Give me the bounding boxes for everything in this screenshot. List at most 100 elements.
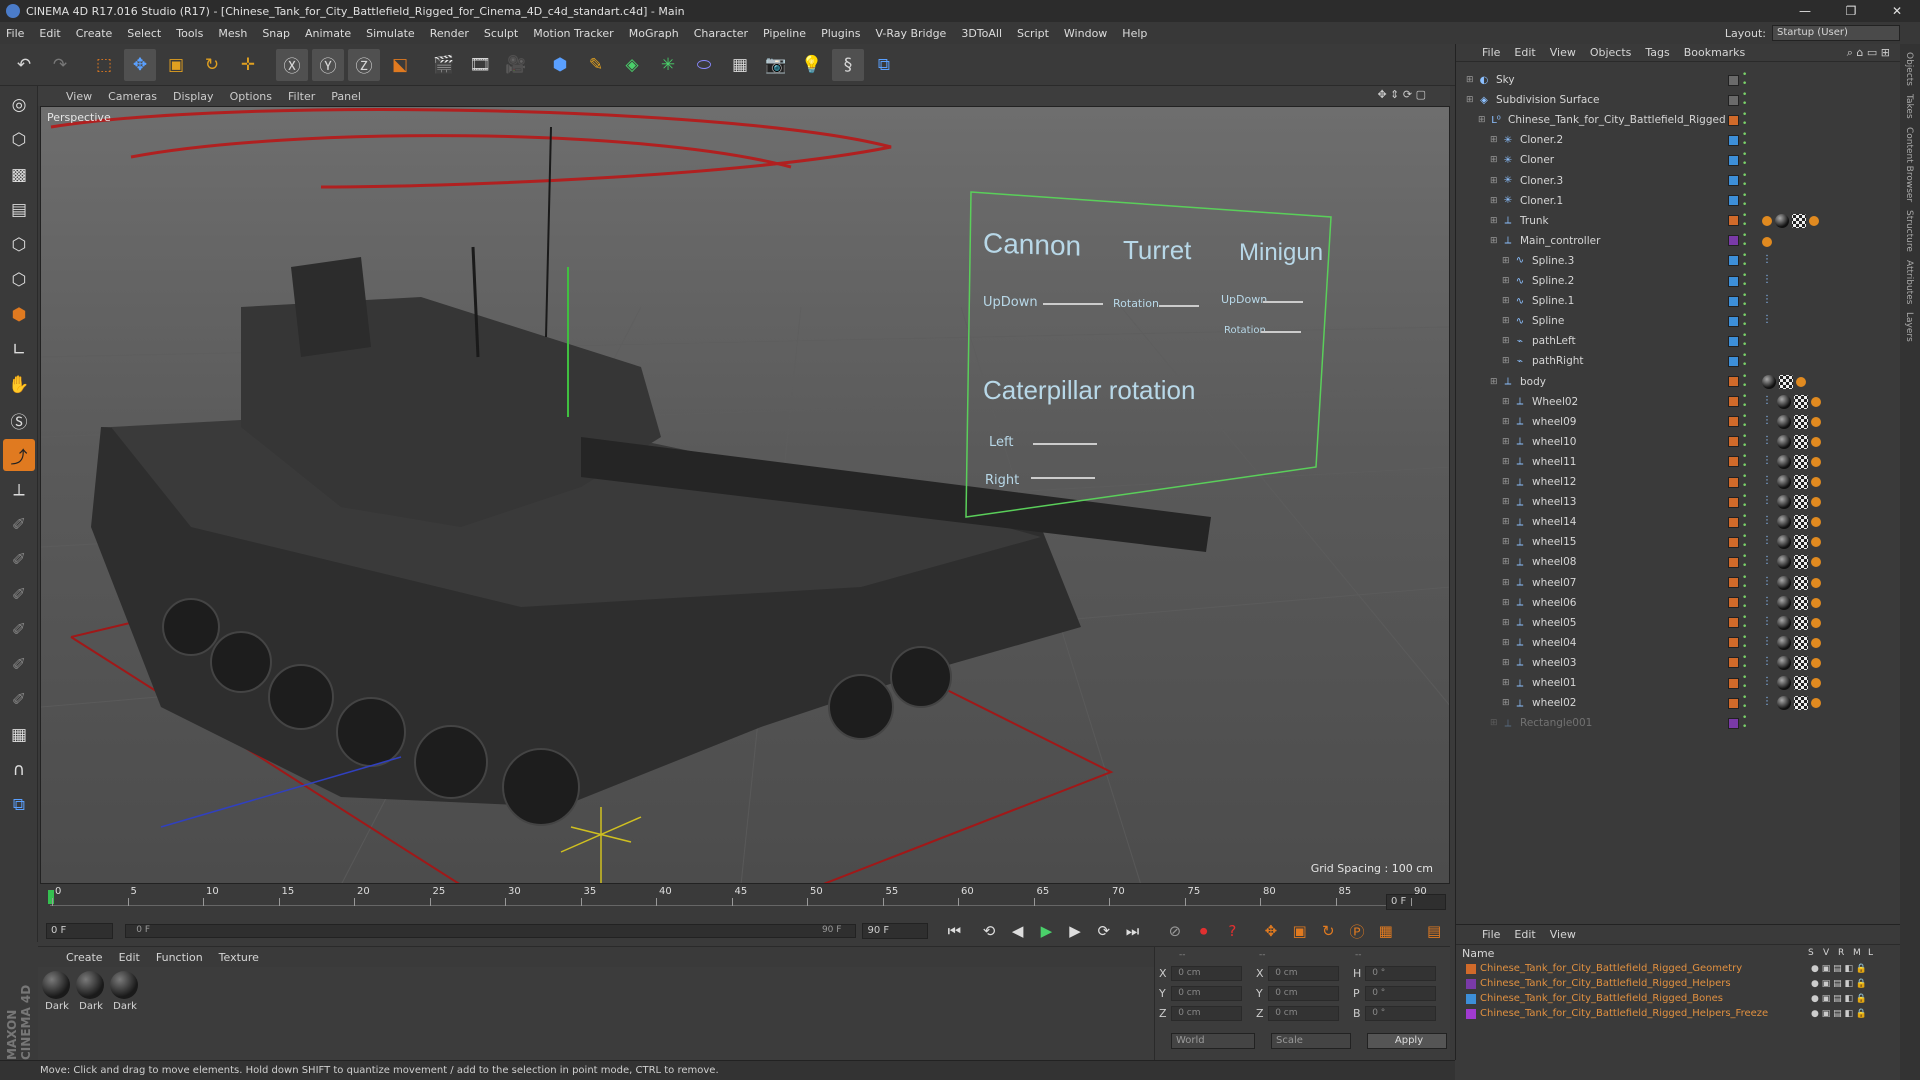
object-row[interactable]: ⊞ ✳ Cloner • •	[1456, 150, 1901, 170]
viewport-menu-panel[interactable]: Panel	[331, 90, 361, 103]
expand-toggle-icon[interactable]: ⊞	[1502, 497, 1512, 507]
visibility-dots-icon[interactable]: • •	[1742, 272, 1747, 290]
viewport-menu-view[interactable]: View	[66, 90, 92, 103]
object-row[interactable]: ⊞ ✳ Cloner.1 • •	[1456, 191, 1901, 211]
menu-snap[interactable]: Snap	[262, 27, 290, 40]
visibility-dots-icon[interactable]: • •	[1742, 191, 1747, 210]
uvw-tag-icon[interactable]	[1794, 535, 1808, 550]
texture-tag-icon[interactable]	[1777, 555, 1791, 570]
material-tag-icon[interactable]	[1811, 577, 1821, 588]
menu-select[interactable]: Select	[127, 27, 161, 40]
grid-lock-icon[interactable]: ▦	[3, 719, 35, 751]
visibility-dots-icon[interactable]: • •	[1742, 533, 1747, 551]
spline-tag-icon[interactable]: ⋮	[1762, 314, 1774, 328]
uvw-tag-icon[interactable]	[1794, 394, 1808, 409]
layer-color-swatch[interactable]	[1728, 496, 1739, 508]
object-manager-search-icon[interactable]: ⌕ ⌂ ▭ ⊞	[1847, 46, 1890, 60]
texture-tag-icon[interactable]	[1762, 374, 1776, 389]
viewport-menu-options[interactable]: Options	[230, 90, 272, 103]
expand-toggle-icon[interactable]: ⊞	[1502, 437, 1512, 447]
make-editable-icon[interactable]: ◎	[3, 89, 35, 121]
camera-icon[interactable]: 📷	[760, 49, 792, 81]
spline-tag-icon[interactable]: ⋮	[1762, 415, 1774, 429]
sculpt-brush-1-icon[interactable]: ✐	[3, 509, 35, 541]
texture-tag-icon[interactable]	[1777, 595, 1791, 610]
layer-color-swatch[interactable]	[1728, 657, 1739, 669]
layer-color-swatch[interactable]	[1728, 556, 1739, 568]
uvw-tag-icon[interactable]	[1794, 454, 1808, 469]
layer-color-swatch[interactable]	[1466, 1009, 1476, 1019]
spline-tag-icon[interactable]: ⋮	[1762, 435, 1774, 449]
visibility-dots-icon[interactable]: • •	[1742, 111, 1747, 129]
side-tab-objects[interactable]: Objects	[1904, 52, 1914, 86]
layer-color-swatch[interactable]	[1728, 315, 1739, 327]
expand-toggle-icon[interactable]: ⊞	[1478, 115, 1488, 125]
uvw-tag-icon[interactable]	[1794, 676, 1808, 690]
material-swatch[interactable]: Dark	[42, 971, 72, 1012]
material-menu-function[interactable]: Function	[156, 951, 203, 964]
layer-color-swatch[interactable]	[1728, 536, 1739, 548]
uvw-tag-icon[interactable]	[1779, 374, 1793, 389]
coord-size-field[interactable]: 0 cm	[1268, 985, 1339, 1001]
visibility-dots-icon[interactable]: • •	[1742, 71, 1747, 89]
texture-tag-icon[interactable]	[1777, 495, 1791, 510]
layer-row[interactable]: Chinese_Tank_for_City_Battlefield_Rigged…	[1456, 976, 1900, 991]
viewport-menu-filter[interactable]: Filter	[288, 90, 315, 103]
spline-tag-icon[interactable]: ⋮	[1762, 555, 1774, 569]
rotate-tool-icon[interactable]: ↻	[196, 49, 228, 81]
menu-mograph[interactable]: MoGraph	[629, 27, 679, 40]
maximize-button[interactable]: ❐	[1828, 0, 1874, 22]
previous-key-icon[interactable]: ⟲	[976, 918, 1002, 944]
coord-rotation-field[interactable]: 0 °	[1365, 965, 1436, 981]
material-tag-icon[interactable]	[1811, 637, 1821, 648]
spline-tag-icon[interactable]: ⋮	[1762, 616, 1774, 630]
object-row[interactable]: ⊞ ∿ Spline.2 • • ⋮	[1456, 271, 1901, 291]
snap-icon[interactable]: Ⓢ	[3, 404, 35, 436]
hud-turret-rotation-slider[interactable]	[1159, 305, 1199, 307]
side-tab-structure[interactable]: Structure	[1904, 210, 1914, 252]
menu-edit[interactable]: Edit	[39, 27, 60, 40]
layer-flags-icon[interactable]: ● ▣ ▤ ◧ 🔒	[1811, 1009, 1867, 1019]
object-row[interactable]: ⊞ ⟂ wheel07 • • ⋮	[1456, 573, 1901, 593]
texture-tag-icon[interactable]	[1777, 615, 1791, 630]
visibility-dots-icon[interactable]: • •	[1742, 292, 1747, 310]
visibility-dots-icon[interactable]: • •	[1742, 131, 1747, 149]
visibility-dots-icon[interactable]: • •	[1742, 171, 1747, 190]
layer-color-swatch[interactable]	[1728, 677, 1739, 689]
material-swatch[interactable]: Dark	[110, 971, 140, 1012]
spline-tag-icon[interactable]: ⋮	[1762, 535, 1774, 549]
visibility-dots-icon[interactable]: • •	[1742, 694, 1747, 712]
uvw-tag-icon[interactable]	[1794, 655, 1808, 670]
material-tag-icon[interactable]	[1811, 436, 1821, 447]
layer-color-swatch[interactable]	[1728, 436, 1739, 448]
object-row[interactable]: ⊞ ⟂ wheel12 • • ⋮	[1456, 472, 1901, 492]
render-view-icon[interactable]: 🎬	[428, 49, 460, 81]
object-row[interactable]: ⊞ ⟂ wheel14 • • ⋮	[1456, 512, 1901, 532]
layer-color-swatch[interactable]	[1466, 994, 1476, 1004]
layer-color-swatch[interactable]	[1728, 717, 1739, 729]
preview-range-slider[interactable]: 0 F 90 F	[125, 924, 857, 938]
visibility-dots-icon[interactable]: • •	[1742, 452, 1747, 471]
layer-menu-view[interactable]: View	[1550, 928, 1576, 941]
object-row[interactable]: ⊞ ⟂ wheel04 • • ⋮	[1456, 633, 1901, 653]
layer-color-swatch[interactable]	[1728, 255, 1739, 267]
hud-minigun-rotation-slider[interactable]	[1261, 331, 1301, 333]
expand-toggle-icon[interactable]: ⊞	[1490, 216, 1500, 226]
cube-icon[interactable]: ⬢	[544, 49, 576, 81]
previous-frame-icon[interactable]: ◀	[1005, 918, 1031, 944]
texture-tag-icon[interactable]	[1775, 213, 1789, 228]
menu-window[interactable]: Window	[1064, 27, 1107, 40]
spline-tag-icon[interactable]: ⋮	[1762, 596, 1774, 610]
object-row[interactable]: ⊞ ⟂ Wheel02 • • ⋮	[1456, 392, 1901, 412]
layer-color-swatch[interactable]	[1728, 355, 1739, 367]
layer-menu-edit[interactable]: Edit	[1514, 928, 1535, 941]
recent-tools-icon[interactable]: ✛	[232, 49, 264, 81]
uvw-tag-icon[interactable]	[1794, 434, 1808, 449]
visibility-dots-icon[interactable]: • •	[1742, 332, 1747, 350]
magnet-icon[interactable]: ∩	[3, 754, 35, 786]
visibility-dots-icon[interactable]: • •	[1742, 674, 1747, 692]
coord-position-field[interactable]: 0 cm	[1171, 985, 1242, 1001]
side-tab-attributes[interactable]: Attributes	[1904, 260, 1914, 304]
points-mode-icon[interactable]: ⬡	[3, 229, 35, 261]
expand-toggle-icon[interactable]: ⊞	[1490, 155, 1500, 165]
